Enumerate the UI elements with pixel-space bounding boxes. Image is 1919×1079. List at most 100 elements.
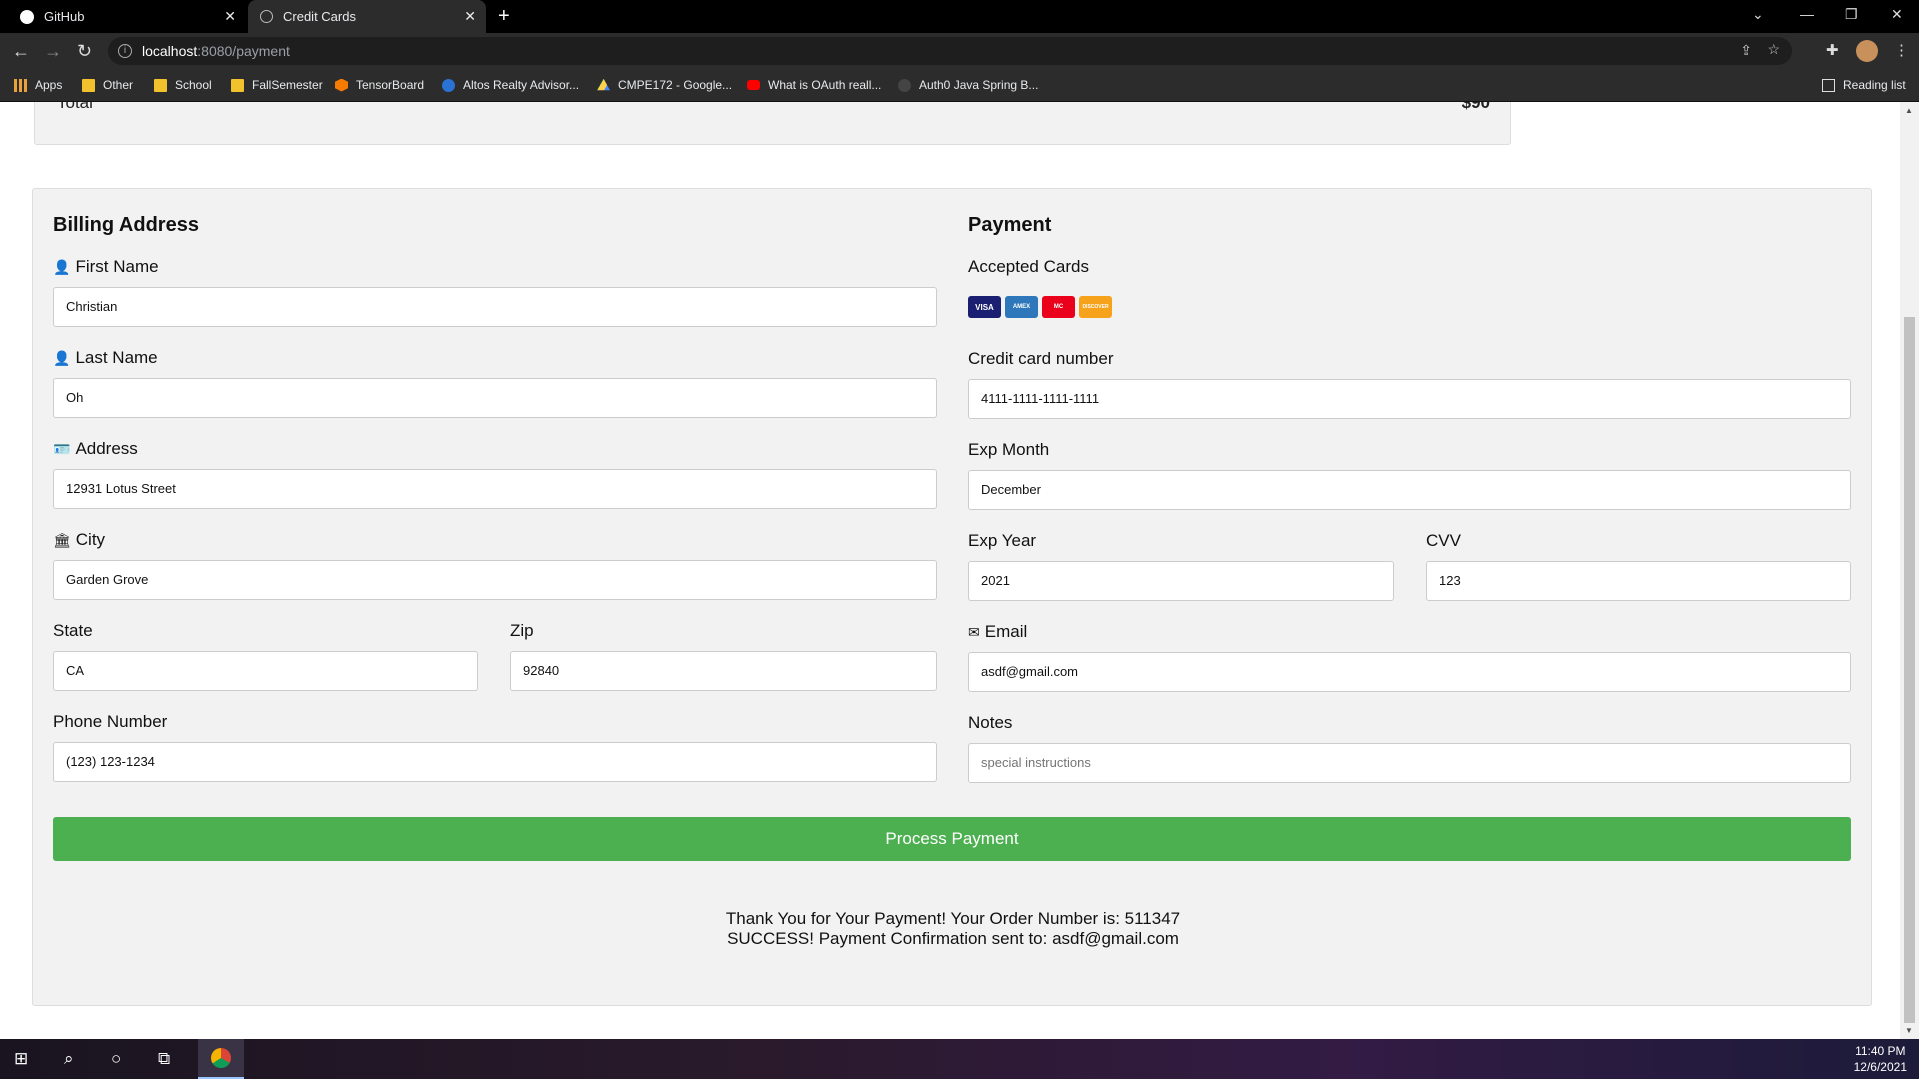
order-summary: Total $90 <box>34 102 1511 145</box>
extensions-icon[interactable]: ✚ <box>1826 41 1839 59</box>
payment-heading: Payment <box>968 214 1052 236</box>
cvv-label: CVV <box>1426 531 1461 550</box>
close-tab-icon[interactable]: ✕ <box>464 8 476 25</box>
city-label: 🏛 City <box>53 530 106 549</box>
folder-icon <box>154 78 167 92</box>
zip-field[interactable]: 92840 <box>510 651 937 691</box>
page-content: Total $90 Billing Address 👤 First Name Ch… <box>0 102 1900 1039</box>
exp-year-field[interactable]: 2021 <box>968 561 1394 601</box>
task-view-icon[interactable]: ⧉ <box>158 1049 170 1069</box>
email-label: ✉ Email <box>968 622 1028 641</box>
folder-icon <box>82 78 95 92</box>
exp-month-field[interactable]: December <box>968 470 1851 510</box>
checkout-form: Billing Address 👤 First Name Christian 👤 L… <box>32 188 1872 1006</box>
notes-label: Notes <box>968 713 1013 732</box>
phone-field[interactable]: (123) 123-1234 <box>53 742 937 782</box>
discover-icon: DISCOVER <box>1079 296 1112 318</box>
accepted-cards-label: Accepted Cards <box>968 257 1089 276</box>
address-field[interactable]: 12931 Lotus Street <box>53 469 937 509</box>
address-bar[interactable]: i localhost:8080/payment ⇪ ☆ <box>108 37 1792 65</box>
forward-icon[interactable]: → <box>44 41 62 62</box>
tab-title: GitHub <box>44 9 85 24</box>
scroll-up-icon[interactable]: ▲ <box>1905 106 1913 115</box>
back-icon[interactable]: ← <box>12 41 30 62</box>
close-tab-icon[interactable]: ✕ <box>224 8 236 25</box>
restore-icon[interactable]: ❐ <box>1845 6 1858 23</box>
bookmark-cmpe172[interactable]: CMPE172 - Google... <box>597 78 732 92</box>
cc-number-field[interactable]: 4111-1111-1111-1111 <box>968 379 1851 419</box>
notes-field[interactable]: special instructions <box>968 743 1851 783</box>
last-name-field[interactable]: Oh <box>53 378 937 418</box>
tab-search-icon[interactable]: ⌄ <box>1752 6 1764 23</box>
scroll-down-icon[interactable]: ▼ <box>1905 1026 1913 1035</box>
google-drive-icon <box>597 78 610 91</box>
institution-icon: 🏛 <box>53 531 71 548</box>
cortana-icon[interactable]: ○ <box>111 1049 121 1069</box>
site-info-icon[interactable]: i <box>118 44 132 58</box>
bookmark-school[interactable]: School <box>154 78 212 92</box>
bookmark-fallsemester[interactable]: FallSemester <box>231 78 323 92</box>
accepted-cards: VISA AMEX MC DISCOVER <box>968 296 1112 318</box>
cvv-field[interactable]: 123 <box>1426 561 1851 601</box>
order-confirmation-text: Thank You for Your Payment! Your Order N… <box>725 909 1181 928</box>
process-payment-button[interactable]: Process Payment <box>53 817 1851 861</box>
tab-title: Credit Cards <box>283 9 356 24</box>
avatar[interactable] <box>1856 40 1878 62</box>
bookmark-oauth[interactable]: What is OAuth reall... <box>747 78 881 92</box>
search-icon[interactable]: ⌕ <box>64 1049 74 1069</box>
last-name-label: 👤 Last Name <box>53 348 158 367</box>
minimize-icon[interactable]: — <box>1800 6 1814 22</box>
bookmark-other[interactable]: Other <box>82 78 133 92</box>
github-icon <box>20 9 34 24</box>
new-tab-button[interactable]: + <box>498 5 510 28</box>
zip-label: Zip <box>510 621 534 640</box>
reading-list-icon <box>1822 78 1835 92</box>
city-field[interactable]: Garden Grove <box>53 560 937 600</box>
system-clock[interactable]: 11:40 PM 12/6/2021 <box>1854 1043 1907 1075</box>
tab-credit-cards[interactable]: Credit Cards ✕ <box>248 0 486 33</box>
reload-icon[interactable]: ↻ <box>77 41 92 62</box>
bookmarks-bar: Apps Other School FallSemester TensorBoa… <box>0 70 1919 102</box>
browser-tab-strip: GitHub ✕ Credit Cards ✕ + ⌄ — ❐ ✕ <box>0 0 1919 33</box>
folder-icon <box>231 78 244 92</box>
success-message: SUCCESS! Payment Confirmation sent to: a… <box>727 929 1179 948</box>
page-scrollbar[interactable]: ▲ ▼ <box>1900 102 1919 1039</box>
exp-year-label: Exp Year <box>968 531 1037 550</box>
scrollbar-thumb[interactable] <box>1904 317 1915 1023</box>
email-field[interactable]: asdf@gmail.com <box>968 652 1851 692</box>
bookmark-tensorboard[interactable]: TensorBoard <box>335 78 424 92</box>
bookmark-star-icon[interactable]: ☆ <box>1767 41 1780 58</box>
menu-icon[interactable]: ⋮ <box>1894 41 1909 59</box>
auth0-icon <box>898 78 911 92</box>
billing-heading: Billing Address <box>53 214 199 236</box>
windows-start-icon[interactable]: ⊞ <box>14 1049 28 1069</box>
altos-icon <box>442 78 455 92</box>
windows-taskbar: ⊞ ⌕ ○ ⧉ 11:40 PM 12/6/2021 <box>0 1039 1919 1079</box>
close-window-icon[interactable]: ✕ <box>1891 6 1903 23</box>
tab-github[interactable]: GitHub ✕ <box>8 0 246 33</box>
state-field[interactable]: CA <box>53 651 478 691</box>
address-label: 🪪 Address <box>53 439 138 458</box>
share-icon[interactable]: ⇪ <box>1740 42 1752 59</box>
bookmark-altos[interactable]: Altos Realty Advisor... <box>442 78 579 92</box>
reading-list-button[interactable]: Reading list <box>1822 78 1906 92</box>
globe-icon <box>260 10 273 23</box>
phone-label: Phone Number <box>53 712 168 731</box>
apps-grid-icon <box>14 78 27 92</box>
exp-month-label: Exp Month <box>968 440 1050 459</box>
mastercard-icon: MC <box>1042 296 1075 318</box>
address-card-icon: 🪪 <box>53 440 71 457</box>
amex-icon: AMEX <box>1005 296 1038 318</box>
total-label: Total <box>57 102 93 112</box>
first-name-field[interactable]: Christian <box>53 287 937 327</box>
first-name-label: 👤 First Name <box>53 257 159 276</box>
envelope-icon: ✉ <box>968 623 980 640</box>
browser-toolbar: ← → ↻ i localhost:8080/payment ⇪ ☆ ✚ ⋮ <box>0 33 1919 70</box>
bookmark-auth0[interactable]: Auth0 Java Spring B... <box>898 78 1038 92</box>
youtube-icon <box>747 80 760 90</box>
user-icon: 👤 <box>53 349 71 366</box>
cc-number-label: Credit card number <box>968 349 1114 368</box>
state-label: State <box>53 621 93 640</box>
bookmark-apps[interactable]: Apps <box>14 78 62 92</box>
chrome-taskbar-icon[interactable] <box>198 1039 244 1079</box>
